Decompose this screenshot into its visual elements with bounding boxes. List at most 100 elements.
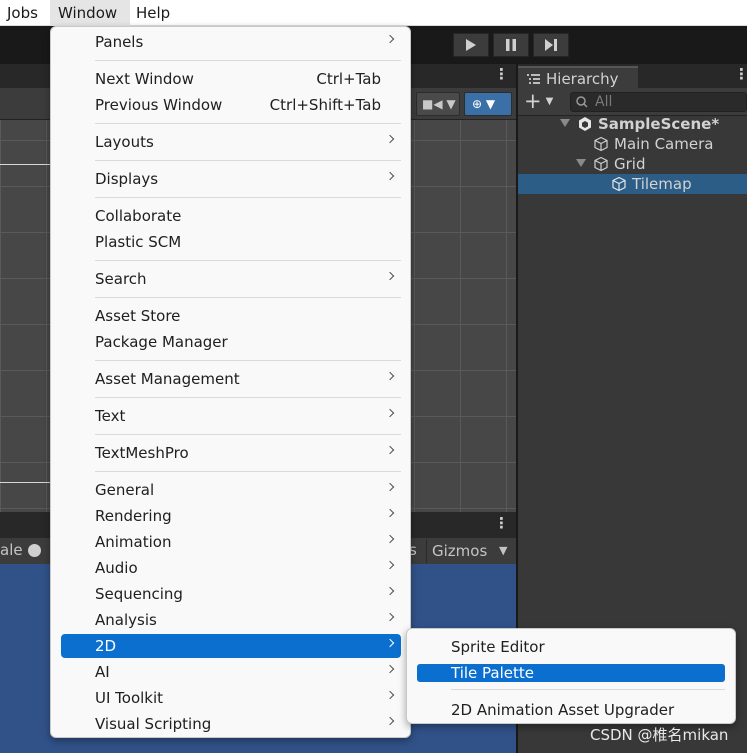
menu-item-sprite-editor[interactable]: Sprite Editor: [417, 638, 725, 656]
menu-jobs[interactable]: Jobs: [3, 0, 42, 26]
menu-item-plastic-scm[interactable]: Plastic SCM: [61, 230, 401, 254]
menu-bar: Jobs Window Help: [0, 0, 747, 26]
menu-window[interactable]: Window: [50, 0, 130, 26]
menu-item-ui-toolkit[interactable]: UI Toolkit: [61, 686, 401, 710]
hierarchy-more-icon[interactable]: ⋮: [734, 65, 747, 83]
menu-item-audio[interactable]: Audio: [61, 556, 401, 580]
chevron-right-icon: [385, 586, 395, 596]
menu-item-label: General: [95, 481, 155, 499]
menu-item-layouts[interactable]: Layouts: [61, 130, 401, 154]
hierarchy-row-label: Tilemap: [632, 175, 692, 193]
chevron-right-icon: [385, 171, 395, 181]
gizmos-button[interactable]: Gizmos ▼: [426, 539, 516, 563]
tab-hierarchy[interactable]: Hierarchy: [518, 66, 638, 88]
menu-separator: [451, 689, 725, 690]
chevron-down-icon: ▼: [446, 97, 456, 111]
hierarchy-row-main-camera[interactable]: Main Camera: [518, 134, 747, 154]
chevron-down-icon: ▼: [499, 544, 508, 557]
add-object-button[interactable]: + ▼: [524, 91, 553, 112]
menu-item-label: Visual Scripting: [95, 715, 212, 733]
menu-item-label: 2D: [95, 637, 117, 655]
menu-item-general[interactable]: General: [61, 478, 401, 502]
menu-item-rendering[interactable]: Rendering: [61, 504, 401, 528]
menu-separator: [95, 60, 401, 61]
hierarchy-row-label: Main Camera: [614, 135, 714, 153]
menu-item-shortcut: Ctrl+Tab: [316, 70, 381, 88]
scale-label: ale: [0, 541, 23, 559]
foldout-icon[interactable]: [576, 159, 586, 167]
menu-item-analysis[interactable]: Analysis: [61, 608, 401, 632]
pause-button[interactable]: [493, 33, 529, 57]
menu-item-asset-management[interactable]: Asset Management: [61, 367, 401, 391]
menu-item-displays[interactable]: Displays: [61, 167, 401, 191]
menu-item-next-window[interactable]: Next Window Ctrl+Tab: [61, 67, 401, 91]
menu-item-sequencing[interactable]: Sequencing: [61, 582, 401, 606]
menu-item-collaborate[interactable]: Collaborate: [61, 204, 401, 228]
menu-item-label: Plastic SCM: [95, 233, 182, 251]
hierarchy-toolbar: + ▼ All: [518, 88, 747, 116]
menu-item-label: 2D Animation Asset Upgrader: [451, 701, 675, 719]
menu-item-previous-window[interactable]: Previous Window Ctrl+Shift+Tab: [61, 93, 401, 117]
hierarchy-row-grid[interactable]: Grid: [518, 154, 747, 174]
search-placeholder: All: [595, 94, 613, 110]
menu-item-2d[interactable]: 2D: [61, 634, 401, 658]
menu-item-label: Package Manager: [95, 333, 228, 351]
menu-item-animation[interactable]: Animation: [61, 530, 401, 554]
hierarchy-row-samplescene[interactable]: SampleScene*: [518, 114, 747, 134]
menu-item-label: Sprite Editor: [451, 638, 545, 656]
menu-item-2d-animation-asset-upgrader[interactable]: 2D Animation Asset Upgrader: [417, 701, 725, 719]
menu-help[interactable]: Help: [132, 0, 174, 26]
menu-item-label: Audio: [95, 559, 138, 577]
menu-item-ai[interactable]: AI: [61, 660, 401, 684]
menu-item-label: TextMeshPro: [95, 444, 189, 462]
menu-item-label: AI: [95, 663, 110, 681]
menu-item-textmeshpro[interactable]: TextMeshPro: [61, 441, 401, 465]
chevron-right-icon: [385, 271, 395, 281]
chevron-right-icon: [385, 408, 395, 418]
menu-item-label: Next Window: [95, 70, 194, 88]
hierarchy-search-input[interactable]: All: [570, 92, 747, 112]
hierarchy-tab-label: Hierarchy: [546, 70, 619, 88]
scale-slider-handle[interactable]: [28, 544, 41, 557]
menu-item-asset-store[interactable]: Asset Store: [61, 304, 401, 328]
menu-separator: [95, 471, 401, 472]
menu-item-panels[interactable]: Panels: [61, 30, 401, 54]
chevron-right-icon: [385, 690, 395, 700]
hierarchy-row-label: Grid: [614, 155, 646, 173]
chevron-right-icon: [385, 716, 395, 726]
menu-item-label: Asset Management: [95, 370, 240, 388]
scene-more-icon[interactable]: ⋮: [494, 65, 509, 83]
scene-camera-dropdown[interactable]: ■◀ ▼: [416, 92, 460, 116]
menu-item-package-manager[interactable]: Package Manager: [61, 330, 401, 354]
gameobject-icon: [594, 136, 608, 152]
menu-separator: [95, 297, 401, 298]
hierarchy-row-tilemap[interactable]: Tilemap: [518, 174, 747, 194]
menu-item-text[interactable]: Text: [61, 404, 401, 428]
play-button[interactable]: [453, 33, 489, 57]
plus-icon: +: [524, 89, 542, 113]
menu-item-label: Text: [95, 407, 126, 425]
menu-item-label: Asset Store: [95, 307, 181, 325]
menu-item-tile-palette[interactable]: Tile Palette: [417, 664, 725, 682]
menu-separator: [95, 197, 401, 198]
chevron-right-icon: [385, 612, 395, 622]
step-button[interactable]: [533, 33, 569, 57]
game-more-icon[interactable]: ⋮: [494, 514, 509, 532]
menu-separator: [95, 434, 401, 435]
foldout-icon[interactable]: [560, 119, 570, 127]
gameobject-icon: [612, 176, 626, 192]
menu-separator: [95, 160, 401, 161]
gameobject-icon: [594, 156, 608, 172]
pause-icon: [506, 39, 516, 51]
menu-separator: [95, 260, 401, 261]
menu-item-visual-scripting[interactable]: Visual Scripting: [61, 712, 401, 736]
step-icon: [545, 39, 557, 51]
submenu-2d: Sprite Editor Tile Palette 2D Animation …: [406, 628, 736, 724]
menu-item-label: Tile Palette: [451, 664, 534, 682]
window-menu-dropdown: Panels Next Window Ctrl+Tab Previous Wind…: [50, 26, 411, 738]
menu-item-label: Collaborate: [95, 207, 182, 225]
scene-gizmo-dropdown[interactable]: ⊕ ▼: [464, 92, 512, 116]
gizmos-label: Gizmos: [432, 542, 488, 560]
menu-item-search[interactable]: Search: [61, 267, 401, 291]
menu-item-label: Displays: [95, 170, 159, 188]
